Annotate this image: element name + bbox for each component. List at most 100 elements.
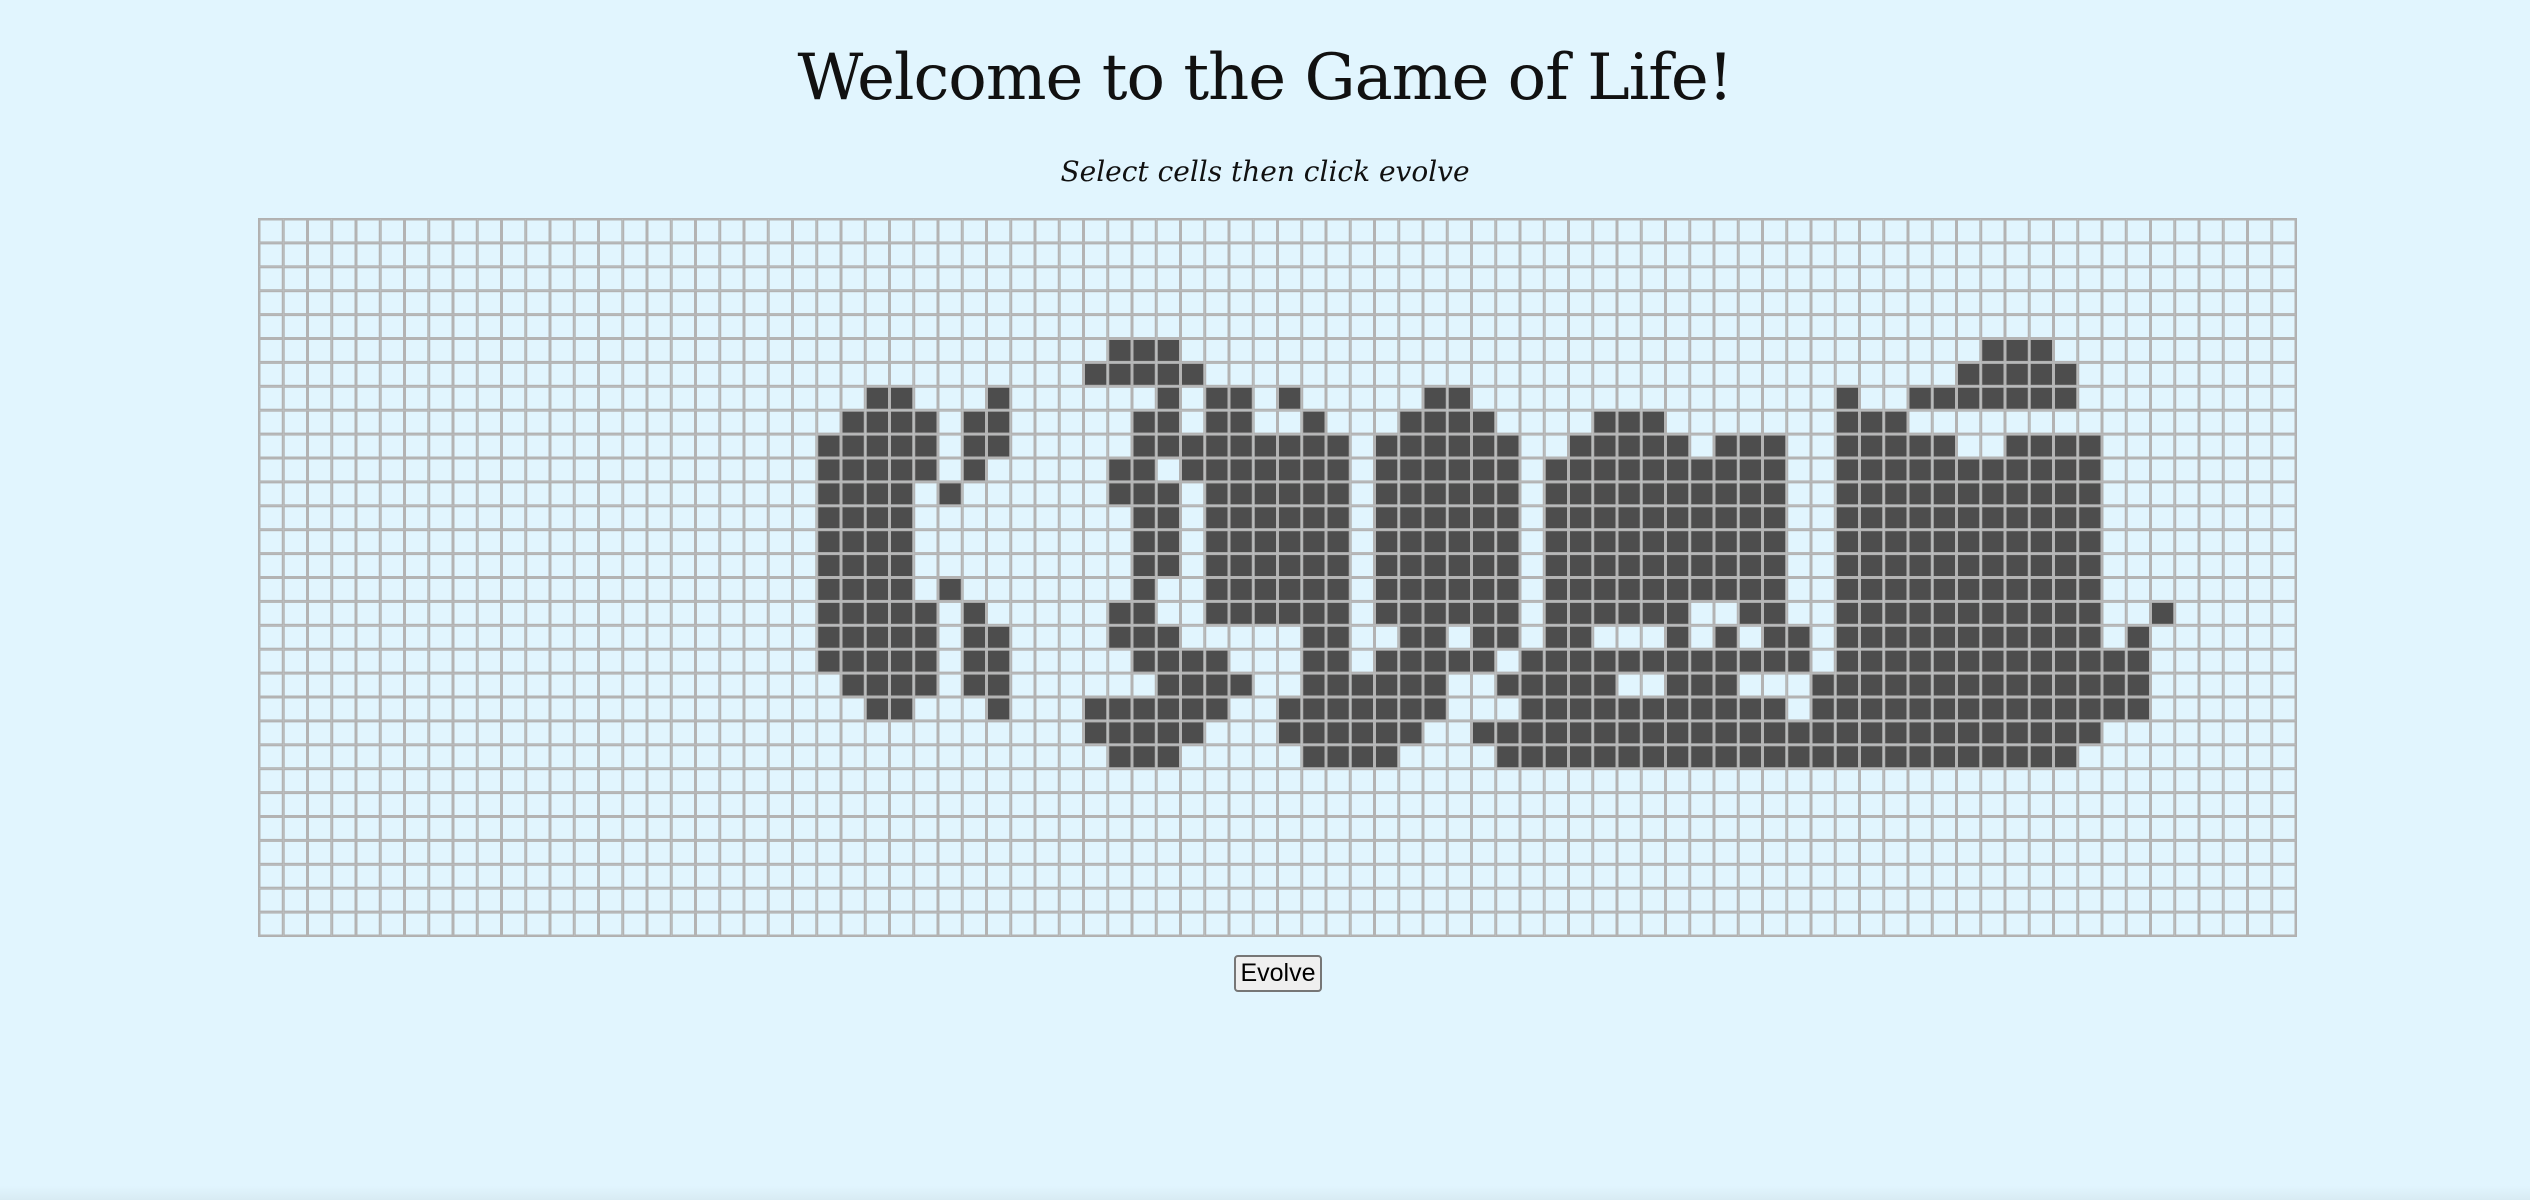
grid-cell[interactable] [525, 864, 550, 889]
grid-cell-alive[interactable] [2029, 649, 2054, 674]
grid-cell[interactable] [2247, 625, 2272, 650]
grid-cell[interactable] [1035, 290, 1060, 315]
grid-cell-alive[interactable] [865, 386, 890, 411]
grid-cell-alive[interactable] [841, 673, 866, 698]
grid-cell-alive[interactable] [1107, 601, 1132, 626]
grid-cell[interactable] [356, 290, 381, 315]
grid-cell[interactable] [938, 673, 963, 698]
grid-cell-alive[interactable] [1762, 720, 1787, 745]
grid-cell[interactable] [404, 362, 429, 387]
grid-cell-alive[interactable] [1326, 481, 1351, 506]
grid-cell-alive[interactable] [1326, 720, 1351, 745]
grid-cell-alive[interactable] [1326, 529, 1351, 554]
grid-cell[interactable] [1495, 649, 1520, 674]
grid-cell[interactable] [380, 768, 405, 793]
grid-cell[interactable] [1107, 553, 1132, 578]
grid-cell-alive[interactable] [1423, 697, 1448, 721]
grid-cell[interactable] [598, 529, 623, 554]
grid-cell[interactable] [719, 864, 744, 889]
grid-cell[interactable] [574, 649, 599, 674]
grid-cell-alive[interactable] [2077, 625, 2102, 650]
grid-cell[interactable] [307, 912, 332, 936]
grid-cell[interactable] [1326, 314, 1351, 339]
grid-cell[interactable] [404, 266, 429, 291]
grid-cell-alive[interactable] [1689, 577, 1714, 602]
grid-cell[interactable] [477, 864, 502, 889]
grid-cell[interactable] [1544, 792, 1569, 817]
grid-cell[interactable] [1786, 362, 1811, 387]
grid-cell[interactable] [671, 744, 696, 769]
grid-cell-alive[interactable] [1132, 529, 1157, 554]
grid-cell[interactable] [598, 744, 623, 769]
grid-cell-alive[interactable] [1568, 673, 1593, 698]
grid-cell[interactable] [501, 362, 526, 387]
grid-cell-alive[interactable] [889, 673, 914, 698]
grid-cell[interactable] [938, 505, 963, 530]
grid-cell[interactable] [1423, 864, 1448, 889]
grid-cell[interactable] [913, 720, 938, 745]
grid-cell[interactable] [356, 792, 381, 817]
grid-cell-alive[interactable] [1471, 601, 1496, 626]
grid-cell[interactable] [1253, 386, 1278, 411]
grid-cell[interactable] [1253, 219, 1278, 243]
grid-cell[interactable] [913, 744, 938, 769]
grid-cell[interactable] [719, 816, 744, 841]
grid-cell-alive[interactable] [1592, 434, 1617, 459]
grid-cell[interactable] [477, 792, 502, 817]
grid-cell[interactable] [889, 720, 914, 745]
grid-cell-alive[interactable] [2005, 649, 2030, 674]
grid-cell-alive[interactable] [1689, 744, 1714, 769]
grid-cell[interactable] [1495, 242, 1520, 267]
grid-cell-alive[interactable] [1932, 625, 1957, 650]
grid-cell[interactable] [380, 410, 405, 435]
grid-cell-alive[interactable] [913, 434, 938, 459]
grid-cell[interactable] [719, 410, 744, 435]
grid-cell[interactable] [1471, 673, 1496, 698]
grid-cell-alive[interactable] [1229, 529, 1254, 554]
grid-cell[interactable] [841, 912, 866, 936]
grid-cell[interactable] [598, 481, 623, 506]
grid-cell-alive[interactable] [1859, 649, 1884, 674]
grid-cell[interactable] [525, 720, 550, 745]
grid-cell[interactable] [1059, 792, 1084, 817]
grid-cell[interactable] [695, 290, 720, 315]
grid-cell[interactable] [1301, 242, 1326, 267]
grid-cell[interactable] [501, 529, 526, 554]
grid-cell[interactable] [1641, 625, 1666, 650]
grid-cell[interactable] [1083, 529, 1108, 554]
grid-cell[interactable] [428, 314, 453, 339]
grid-cell-alive[interactable] [1180, 649, 1205, 674]
grid-cell[interactable] [598, 697, 623, 721]
grid-cell[interactable] [889, 768, 914, 793]
grid-cell[interactable] [1035, 912, 1060, 936]
grid-cell-alive[interactable] [2102, 697, 2127, 721]
grid-cell[interactable] [453, 840, 478, 865]
grid-cell-alive[interactable] [841, 410, 866, 435]
grid-cell[interactable] [865, 768, 890, 793]
grid-cell[interactable] [477, 458, 502, 482]
grid-cell[interactable] [1617, 362, 1642, 387]
grid-cell[interactable] [259, 386, 284, 411]
grid-cell-alive[interactable] [1544, 505, 1569, 530]
grid-cell-alive[interactable] [1107, 362, 1132, 387]
grid-cell[interactable] [841, 386, 866, 411]
grid-cell-alive[interactable] [1762, 481, 1787, 506]
grid-cell-alive[interactable] [816, 553, 841, 578]
grid-cell[interactable] [1059, 219, 1084, 243]
grid-cell[interactable] [1495, 816, 1520, 841]
grid-cell[interactable] [550, 386, 575, 411]
grid-cell[interactable] [2077, 338, 2102, 363]
grid-cell-alive[interactable] [2077, 649, 2102, 674]
grid-cell[interactable] [2271, 697, 2296, 721]
grid-cell[interactable] [259, 290, 284, 315]
grid-cell-alive[interactable] [1495, 434, 1520, 459]
grid-cell[interactable] [695, 219, 720, 243]
grid-cell[interactable] [1617, 864, 1642, 889]
grid-cell[interactable] [259, 242, 284, 267]
grid-cell[interactable] [1811, 792, 1836, 817]
grid-cell[interactable] [2150, 458, 2175, 482]
grid-cell[interactable] [2223, 386, 2248, 411]
grid-cell[interactable] [2126, 864, 2151, 889]
grid-cell[interactable] [913, 338, 938, 363]
grid-cell[interactable] [1786, 266, 1811, 291]
